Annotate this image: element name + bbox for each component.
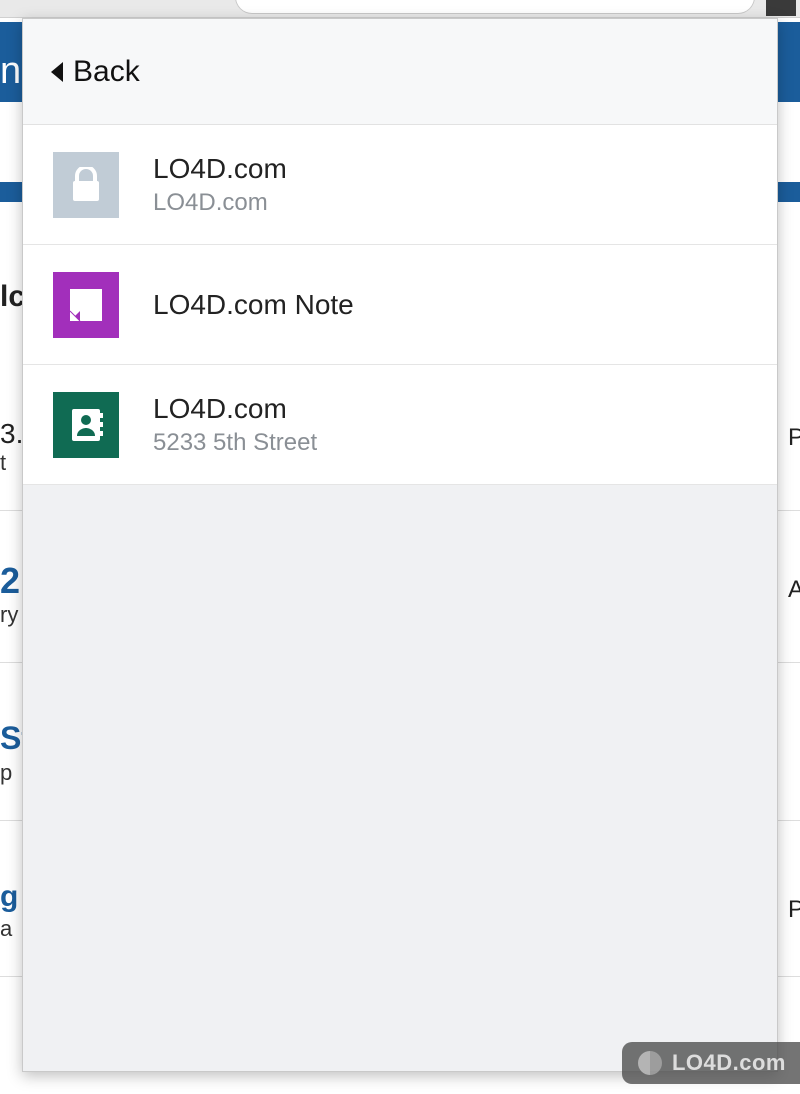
bg-fragment: ry [0,602,18,628]
bg-fragment: 2 [0,560,20,602]
watermark-badge: LO4D.com [622,1042,800,1084]
vault-item-title: LO4D.com [153,393,317,425]
popup-empty-area [23,485,777,1071]
contact-icon [53,392,119,458]
vault-item-text: LO4D.com LO4D.com [153,153,287,217]
bg-fragment: A [788,576,800,604]
extension-button[interactable] [766,0,796,16]
vault-item-title: LO4D.com [153,153,287,185]
omnibox[interactable] [235,0,755,14]
browser-toolbar [0,0,800,18]
vault-item-login[interactable]: LO4D.com LO4D.com [23,125,777,245]
vault-popup: Back LO4D.com LO4D.com [22,18,778,1072]
watermark-text: LO4D.com [672,1050,786,1076]
lock-icon [53,152,119,218]
watermark-logo-icon [638,1051,662,1075]
vault-item-subtitle: LO4D.com [153,189,287,217]
bg-fragment: g [0,880,18,914]
bg-fragment: t [0,450,6,476]
vault-item-text: LO4D.com Note [153,289,354,321]
bg-fragment: n [0,50,21,93]
vault-item-contact[interactable]: LO4D.com 5233 5th Street [23,365,777,485]
bg-fragment: a [0,916,12,942]
caret-left-icon [51,62,63,82]
back-button[interactable]: Back [51,55,140,89]
vault-item-note[interactable]: LO4D.com Note [23,245,777,365]
popup-header: Back [23,19,777,125]
bg-fragment: Ph [788,424,800,452]
vault-item-text: LO4D.com 5233 5th Street [153,393,317,457]
bg-fragment: Ph [788,896,800,924]
vault-item-title: LO4D.com Note [153,289,354,321]
bg-fragment: p [0,760,12,786]
vault-item-list: LO4D.com LO4D.com LO4D.com Note [23,125,777,485]
back-label: Back [73,55,140,89]
bg-fragment: 3. [0,418,23,450]
note-icon [53,272,119,338]
vault-item-subtitle: 5233 5th Street [153,429,317,457]
